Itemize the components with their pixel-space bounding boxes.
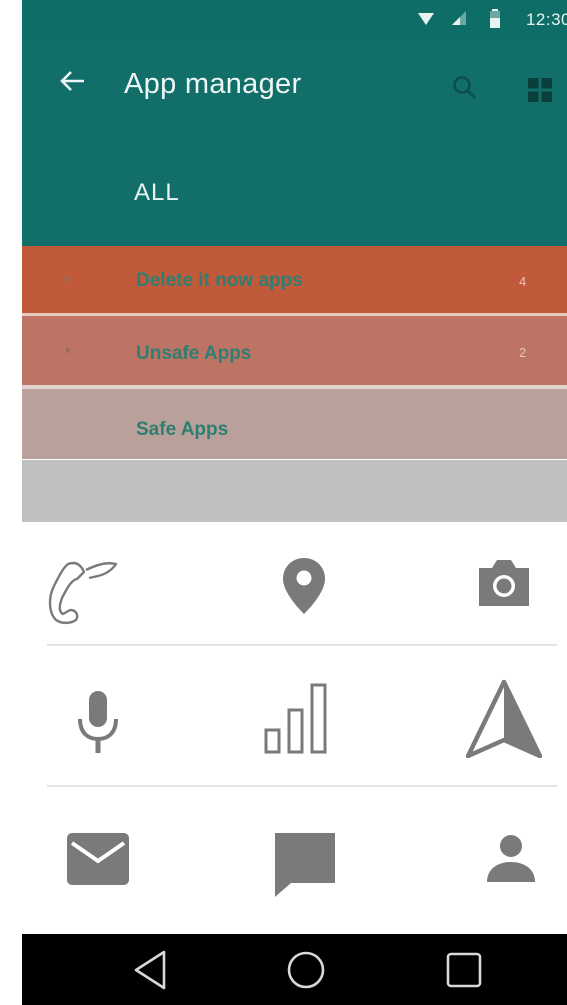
camera-icon[interactable]	[476, 556, 532, 613]
tab-all[interactable]: ALL	[134, 179, 180, 207]
expand-caret-icon	[66, 275, 71, 283]
category-label: Unsafe Apps	[136, 343, 252, 364]
signal-bars-icon[interactable]	[264, 682, 336, 761]
location-pin-icon[interactable]	[281, 556, 327, 621]
grid-divider	[47, 644, 557, 646]
microphone-icon[interactable]	[76, 689, 120, 760]
grid-divider	[47, 785, 557, 787]
category-count: 2	[519, 345, 527, 360]
category-row-safe-apps[interactable]: Safe Apps	[22, 389, 567, 459]
permissions-grid	[22, 522, 567, 934]
signal-icon	[450, 9, 468, 32]
search-icon[interactable]	[450, 73, 480, 103]
back-arrow-icon[interactable]	[58, 66, 88, 96]
status-bar: 12:30	[22, 0, 567, 38]
empty-band	[22, 460, 567, 522]
category-row-delete-it-now[interactable]: Delete it now apps 4	[22, 246, 567, 313]
category-label: Delete it now apps	[136, 270, 303, 291]
screen-left-margin	[0, 0, 22, 1005]
page-title: App manager	[124, 68, 302, 100]
back-triangle-icon[interactable]	[130, 948, 170, 997]
status-time: 12:30	[525, 10, 567, 29]
wifi-icon	[417, 9, 435, 32]
home-circle-icon[interactable]	[284, 948, 328, 997]
battery-icon	[489, 9, 501, 34]
expand-caret-icon	[66, 346, 71, 354]
system-nav-bar	[22, 934, 567, 1005]
chat-bubble-icon[interactable]	[271, 831, 339, 904]
phone-icon[interactable]	[46, 558, 118, 631]
category-row-unsafe-apps[interactable]: Unsafe Apps 2	[22, 316, 567, 385]
person-icon[interactable]	[485, 834, 537, 889]
navigation-arrow-icon[interactable]	[465, 678, 543, 763]
grid-view-icon[interactable]	[528, 78, 552, 102]
category-count: 4	[519, 274, 527, 289]
phone-screen: 12:30 App manager ALL Delete it now apps…	[0, 0, 567, 1005]
recents-square-icon[interactable]	[444, 948, 484, 997]
app-bar: App manager ALL	[22, 38, 567, 246]
app-screen: 12:30 App manager ALL Delete it now apps…	[22, 0, 567, 1005]
category-label: Safe Apps	[136, 419, 229, 440]
mail-icon[interactable]	[65, 831, 131, 892]
